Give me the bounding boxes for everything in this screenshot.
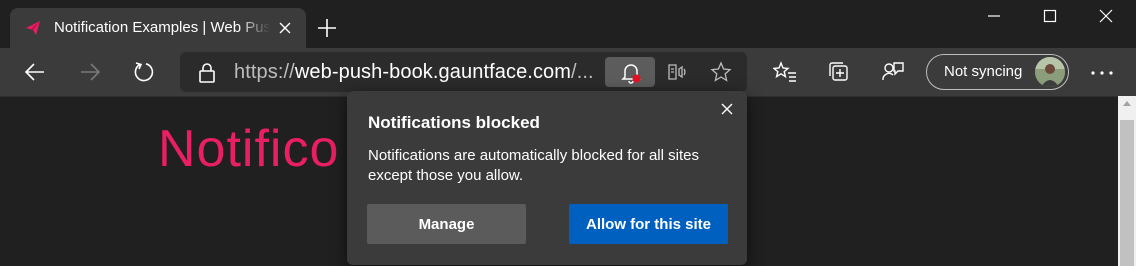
read-aloud-icon[interactable] — [667, 61, 689, 83]
page-heading: Notifico — [158, 120, 340, 178]
feedback-icon[interactable] — [881, 60, 905, 84]
new-tab-icon[interactable] — [316, 17, 338, 39]
url-path: /... — [571, 61, 594, 83]
title-bar: Notification Examples | Web Push Book — [0, 0, 1136, 48]
sync-status-label: Not syncing — [944, 63, 1023, 80]
avatar — [1035, 57, 1065, 87]
refresh-icon[interactable] — [132, 60, 156, 84]
profile-sync-button[interactable]: Not syncing — [926, 54, 1069, 90]
window-close-button[interactable] — [1080, 0, 1132, 32]
lock-icon[interactable] — [198, 63, 216, 83]
paper-plane-icon — [26, 21, 40, 35]
allow-for-this-site-button[interactable]: Allow for this site — [569, 204, 728, 244]
window-close-icon — [1099, 9, 1113, 23]
notification-blocked-button[interactable] — [605, 57, 655, 87]
notifications-blocked-popup: Notifications blocked Notifications are … — [347, 91, 747, 265]
url-host: web-push-book.gauntface.com — [294, 61, 572, 83]
close-icon[interactable] — [720, 102, 734, 116]
vertical-scrollbar[interactable] — [1118, 96, 1136, 266]
scrollbar-thumb[interactable] — [1120, 120, 1134, 266]
scroll-up-arrow-icon[interactable] — [1123, 101, 1131, 106]
address-bar[interactable]: https://web-push-book.gauntface.com/... — [180, 52, 747, 92]
back-arrow-icon[interactable] — [23, 60, 47, 84]
forward-arrow-icon[interactable] — [78, 60, 102, 84]
maximize-icon — [1043, 9, 1057, 23]
add-favorite-star-icon[interactable] — [710, 61, 732, 83]
more-options-icon[interactable] — [1090, 70, 1114, 76]
url-scheme: https:// — [234, 61, 295, 83]
favorites-icon[interactable] — [773, 60, 797, 84]
url-text[interactable]: https://web-push-book.gauntface.com/... — [234, 61, 594, 84]
maximize-button[interactable] — [1024, 0, 1076, 32]
browser-tab[interactable]: Notification Examples | Web Push Book — [10, 8, 306, 48]
bell-blocked-icon — [621, 64, 641, 84]
popup-message: Notifications are automatically blocked … — [368, 147, 699, 184]
collections-icon[interactable] — [827, 60, 851, 84]
popup-title: Notifications blocked — [368, 113, 540, 132]
toolbar: https://web-push-book.gauntface.com/... — [0, 48, 1136, 96]
tab-close-icon[interactable] — [278, 21, 292, 35]
minimize-icon — [988, 15, 1000, 17]
avatar-image — [1035, 57, 1065, 87]
minimize-button[interactable] — [968, 0, 1020, 32]
manage-button[interactable]: Manage — [367, 204, 526, 244]
tab-title: Notification Examples | Web Push Book — [54, 19, 270, 36]
